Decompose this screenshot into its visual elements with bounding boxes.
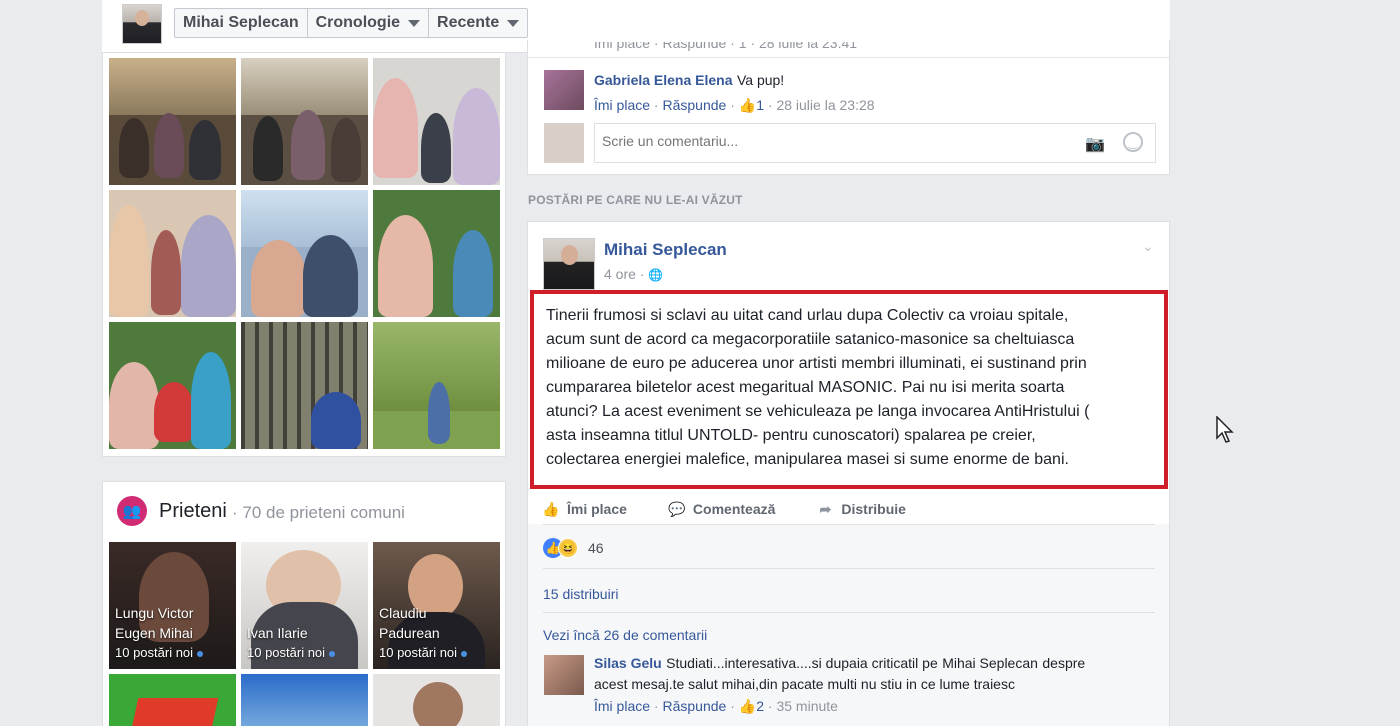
comment-icon: 💬	[668, 500, 686, 517]
comment-avatar[interactable]	[544, 70, 584, 110]
friend-tile[interactable]: Claudiu Padurean 10 postări noi	[373, 542, 500, 669]
comment-text: Studiati...interesativa....si dupaia cri…	[666, 655, 938, 671]
friend-tile[interactable]	[373, 674, 500, 726]
photo-thumbnail[interactable]	[241, 322, 368, 449]
share-arrow-icon: ➦	[819, 500, 832, 517]
comment-like-link[interactable]: Îmi place	[594, 698, 650, 714]
haha-reaction-icon[interactable]: 😆	[558, 538, 578, 558]
friends-title[interactable]: Prieteni	[159, 500, 227, 523]
photo-thumbnail[interactable]	[241, 190, 368, 317]
comment-author[interactable]: Gabriela Elena Elena	[594, 72, 733, 88]
post-actions-bar: 👍 Îmi place 💬 Comentează ➦ Distribuie	[542, 494, 1157, 524]
recent-dropdown[interactable]: Recente	[429, 9, 527, 37]
comment-time[interactable]: 35 minute	[776, 698, 837, 714]
photo-thumbnail[interactable]	[373, 58, 500, 185]
post-author-avatar[interactable]	[543, 238, 595, 290]
emoji-icon[interactable]: ‿	[1123, 132, 1143, 152]
camera-icon[interactable]: 📷	[1085, 134, 1105, 154]
write-comment-box: 📷 ‿	[594, 123, 1156, 163]
thumbs-up-icon: 👍	[542, 500, 560, 517]
new-posts-dot-icon	[197, 650, 204, 657]
comment-time[interactable]: 28 iulie la 23:28	[776, 97, 874, 113]
comment-author[interactable]: Silas Gelu	[594, 655, 662, 671]
current-user-avatar	[544, 123, 584, 163]
post-text: Tinerii frumosi si sclavi au uitat cand …	[546, 307, 1090, 468]
profile-avatar[interactable]	[122, 4, 162, 44]
comment-button[interactable]: 💬 Comentează	[668, 500, 775, 518]
comment-reply-link[interactable]: Răspunde	[662, 97, 726, 113]
friends-card: 👥 Prieteni · 70 de prieteni comuni Lungu…	[102, 481, 506, 726]
post-text-highlight: Tinerii frumosi si sclavi au uitat cand …	[530, 290, 1168, 489]
comment-text: Va pup!	[736, 72, 785, 88]
share-button[interactable]: ➦ Distribuie	[817, 500, 906, 518]
post-timestamp[interactable]: 4 ore · 🌐	[604, 266, 663, 282]
profile-nav: Mihai Seplecan Cronologie Recente	[174, 8, 529, 38]
friend-tile[interactable]	[109, 674, 236, 726]
previous-post-comments: Îmi place · Răspunde · 1 · 28 iulie la 2…	[527, 40, 1170, 175]
write-comment-input[interactable]	[602, 133, 1062, 149]
comment-body: Silas Gelu Studiati...interesativa....si…	[594, 653, 1154, 695]
timeline-dropdown[interactable]: Cronologie	[308, 9, 430, 37]
shares-count-link[interactable]: 15 distribuiri	[543, 586, 618, 602]
photo-thumbnail[interactable]	[109, 322, 236, 449]
partial-comment-actions: Îmi place · Răspunde · 1 · 28 iulie la 2…	[594, 42, 858, 51]
post-comments-area: 15 distribuiri Vezi încă 26 de comentari…	[528, 564, 1169, 726]
view-more-comments-link[interactable]: Vezi încă 26 de comentarii	[543, 627, 707, 643]
new-posts-dot-icon	[461, 650, 468, 657]
comment-reply-link[interactable]: Răspunde	[662, 698, 726, 714]
chevron-down-icon	[408, 19, 421, 27]
friend-tile-label: Claudiu Padurean 10 postări noi	[379, 603, 468, 663]
comment-actions: Îmi place · Răspunde · 👍2 · 35 minute	[594, 698, 838, 714]
friend-tile[interactable]: Lungu Victor Eugen Mihai 10 postări noi	[109, 542, 236, 669]
friend-tile-label: Lungu Victor Eugen Mihai 10 postări noi	[115, 603, 204, 663]
post-card: Mihai Seplecan 4 ore · 🌐 ⌄ Tinerii frumo…	[527, 221, 1170, 726]
photo-thumbnail[interactable]	[109, 190, 236, 317]
friend-tile[interactable]	[241, 674, 368, 726]
comment-like-count[interactable]: 1	[756, 97, 764, 113]
comment-body: Gabriela Elena Elena Va pup!	[594, 72, 784, 90]
photos-card	[102, 53, 506, 457]
photo-thumbnail[interactable]	[109, 58, 236, 185]
friends-icon: 👥	[117, 496, 147, 526]
reactions-row: 👍 😆 46	[528, 524, 1169, 564]
mutual-friends-count[interactable]: · 70 de prieteni comuni	[232, 503, 405, 523]
friend-tile[interactable]: Ivan Ilarie 10 postări noi	[241, 542, 368, 669]
new-posts-dot-icon	[329, 650, 336, 657]
profile-name-button[interactable]: Mihai Seplecan	[175, 9, 308, 37]
comment-avatar[interactable]	[544, 655, 584, 695]
friend-tile-label: Ivan Ilarie 10 postări noi	[247, 623, 336, 663]
comment-actions: Îmi place · Răspunde · 👍1 · 28 iulie la …	[594, 97, 875, 113]
like-button[interactable]: 👍 Îmi place	[542, 500, 627, 518]
thumbs-up-icon: 👍	[738, 97, 757, 113]
photo-thumbnail[interactable]	[373, 322, 500, 449]
mouse-cursor-icon	[1216, 416, 1234, 443]
photo-thumbnail[interactable]	[241, 58, 368, 185]
unseen-posts-header: POSTĂRI PE CARE NU LE-AI VĂZUT	[528, 193, 743, 207]
photo-thumbnail[interactable]	[373, 190, 500, 317]
post-options-chevron-icon[interactable]: ⌄	[1142, 238, 1154, 255]
comment-text-line2: acest mesaj.te salut mihai,din pacate mu…	[594, 676, 1015, 692]
chevron-down-icon	[507, 19, 520, 27]
reactions-count[interactable]: 46	[588, 540, 604, 556]
thumbs-up-icon: 👍	[738, 698, 757, 714]
comment-text: despre	[1042, 655, 1086, 671]
comment-mention-link[interactable]: Mihai Seplecan	[942, 655, 1038, 671]
post-author-name[interactable]: Mihai Seplecan	[604, 240, 727, 260]
comment-like-link[interactable]: Îmi place	[594, 97, 650, 113]
comment-like-count[interactable]: 2	[756, 698, 764, 714]
globe-icon: 🌐	[648, 268, 664, 282]
